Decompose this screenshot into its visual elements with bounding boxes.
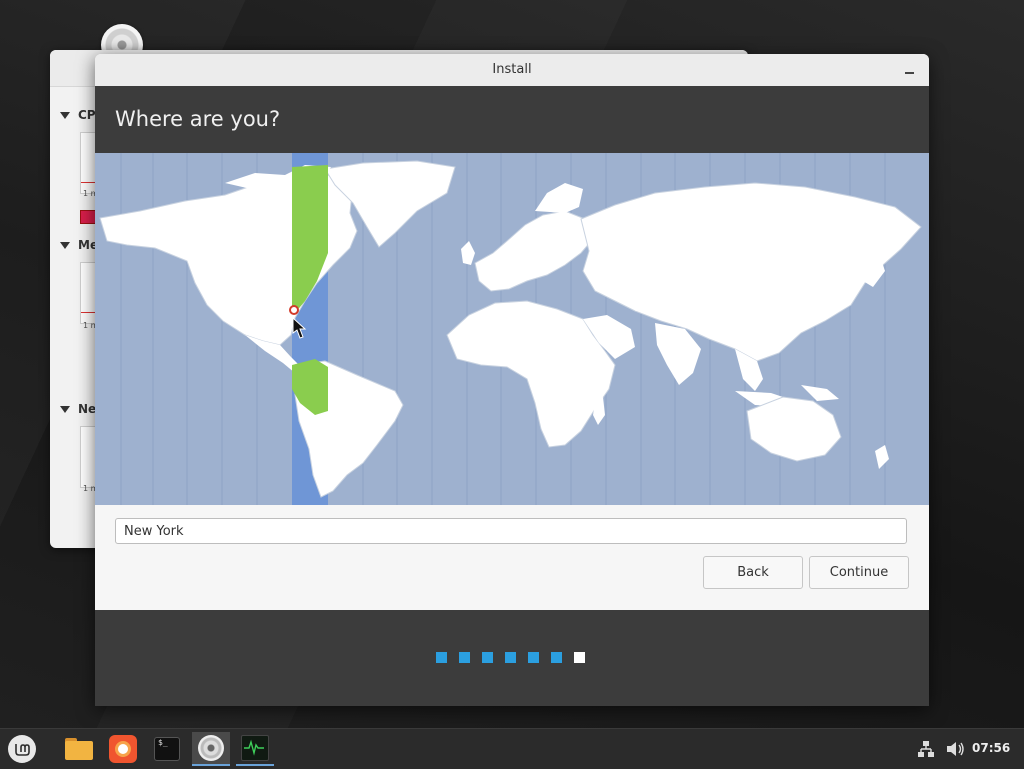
firefox-launcher[interactable]: [104, 732, 142, 766]
volume-tray[interactable]: [944, 729, 966, 769]
system-monitor-task[interactable]: [236, 732, 274, 766]
terminal-launcher[interactable]: $_: [148, 732, 186, 766]
cpu-section-header[interactable]: CP: [60, 108, 96, 122]
progress-steps: [436, 652, 585, 663]
system-monitor-icon: [241, 735, 269, 761]
window-title: Install: [492, 62, 532, 77]
back-button[interactable]: Back: [703, 556, 803, 589]
timezone-map[interactable]: [95, 153, 929, 505]
dialog-titlebar[interactable]: Install: [95, 54, 929, 87]
continue-button[interactable]: Continue: [809, 556, 909, 589]
linux-mint-icon: [8, 735, 36, 763]
collapse-triangle-icon: [60, 242, 70, 249]
menu-button[interactable]: [3, 732, 41, 766]
volume-icon: [947, 742, 964, 756]
collapse-triangle-icon: [60, 112, 70, 119]
cpu-color-swatch[interactable]: [80, 210, 96, 224]
minimize-button[interactable]: [899, 58, 921, 80]
location-input[interactable]: [115, 518, 907, 544]
page-title: Where are you?: [115, 107, 281, 131]
network-icon: [918, 741, 934, 757]
clock[interactable]: 07:56: [972, 741, 1010, 755]
terminal-icon: $_: [154, 737, 180, 761]
taskbar: $_ 07:56: [0, 728, 1024, 769]
disc-icon: [198, 735, 224, 761]
firefox-icon: [109, 735, 137, 763]
progress-step: [551, 652, 562, 663]
section-label: CP: [78, 108, 96, 122]
installer-task[interactable]: [192, 732, 230, 766]
network-section-header[interactable]: Ne: [60, 402, 96, 416]
page-header: Where are you?: [95, 86, 929, 153]
files-launcher[interactable]: [60, 732, 98, 766]
progress-step: [528, 652, 539, 663]
folder-icon: [65, 738, 93, 760]
network-tray[interactable]: [916, 729, 936, 769]
progress-step: [505, 652, 516, 663]
location-panel: Back Continue: [95, 505, 929, 610]
world-map-graphic: [95, 153, 929, 505]
memory-section-header[interactable]: Me: [60, 238, 98, 252]
progress-footer: [95, 610, 929, 706]
section-label: Ne: [78, 402, 97, 416]
progress-step-current: [574, 652, 585, 663]
progress-step: [482, 652, 493, 663]
install-dialog: Install Where are you? New York Back Con…: [95, 54, 929, 706]
progress-step: [459, 652, 470, 663]
progress-step: [436, 652, 447, 663]
collapse-triangle-icon: [60, 406, 70, 413]
